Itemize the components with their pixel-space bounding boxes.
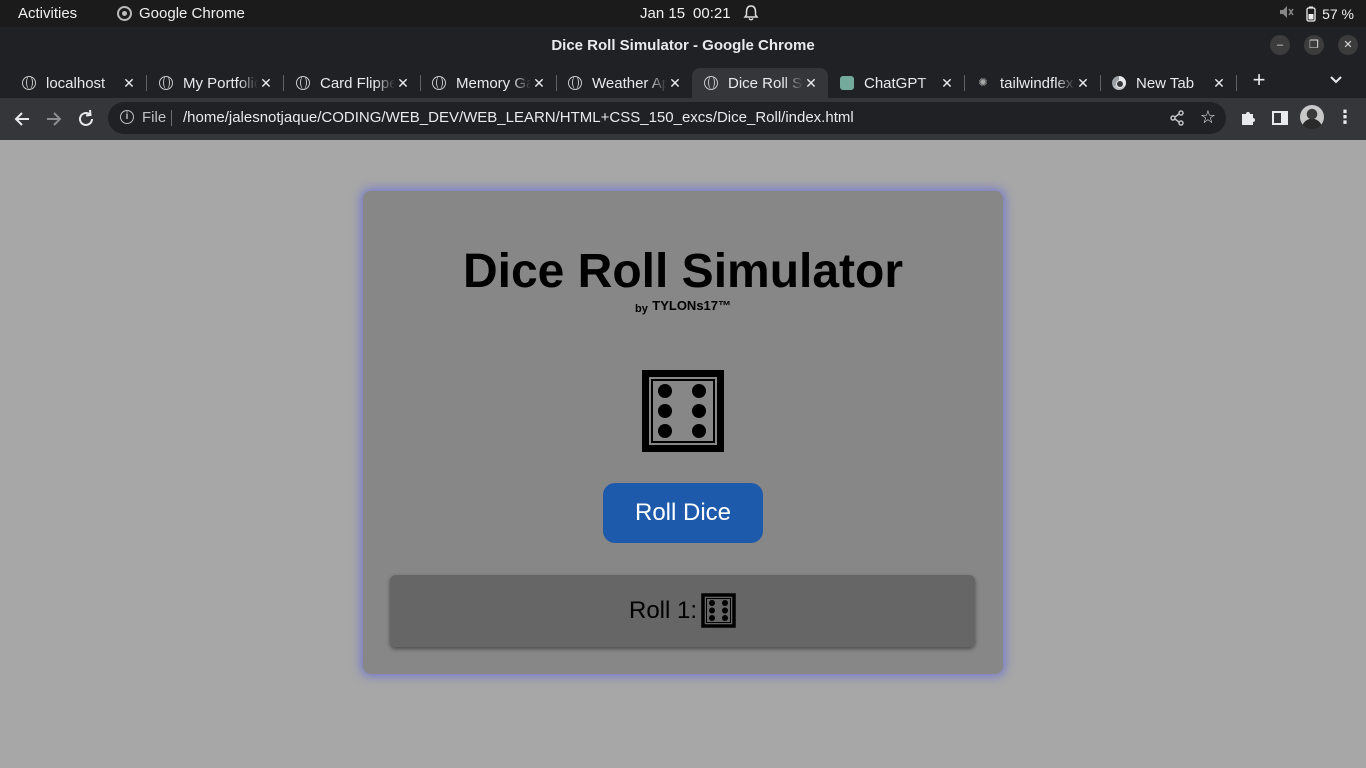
page-viewport: Dice Roll Simulator by TYLONs17™ Roll Di… — [0, 140, 1366, 768]
battery-indicator: 57 % — [1306, 6, 1354, 22]
app-name: Google Chrome — [139, 5, 245, 22]
history-item-label: Roll 1: — [628, 596, 698, 624]
close-tab-icon[interactable]: ✕ — [258, 75, 274, 92]
reload-icon — [79, 109, 93, 126]
minimize-button[interactable]: – — [1270, 35, 1290, 55]
share-icon[interactable] — [1168, 109, 1186, 127]
byline: by TYLONs17™ — [363, 298, 1003, 317]
tab-label: ChatGPT — [864, 74, 927, 92]
globe-icon — [704, 76, 718, 90]
chatgpt-icon — [840, 76, 854, 90]
tab-tailwindflex[interactable]: ✺ tailwindflex ✕ — [954, 68, 1101, 98]
dice-face-six-icon — [701, 593, 736, 628]
activities-button[interactable]: Activities — [18, 5, 77, 22]
address-bar[interactable]: i File /home/jalesnotjaque/CODING/WEB_DE… — [108, 102, 1226, 134]
info-icon[interactable]: i — [120, 110, 134, 124]
close-tab-icon[interactable]: ✕ — [395, 75, 411, 92]
arrow-right-icon — [47, 112, 62, 126]
tab-label: Weather App — [592, 74, 667, 92]
tab-dice-roll[interactable]: Dice Roll Simulator ✕ — [692, 68, 828, 98]
bookmark-star-icon[interactable]: ☆ — [1200, 107, 1216, 128]
tab-label: tailwindflex — [1000, 74, 1074, 92]
date: Jan 15 — [640, 5, 686, 22]
speaker-muted-icon — [1278, 4, 1294, 23]
byline-author: TYLONs17™ — [652, 298, 732, 313]
kebab-menu-icon[interactable]: ⋮ — [1336, 106, 1354, 130]
profile-avatar[interactable] — [1300, 105, 1324, 129]
app-menu[interactable]: Google Chrome — [117, 5, 245, 22]
tab-label: Card Flipper — [320, 74, 395, 92]
tab-label: New Tab — [1136, 74, 1195, 92]
side-panel-button[interactable] — [1270, 108, 1290, 128]
roll-dice-button[interactable]: Roll Dice — [603, 483, 763, 543]
globe-icon — [432, 76, 446, 90]
close-tab-icon[interactable]: ✕ — [1075, 75, 1091, 92]
arrow-left-icon — [14, 112, 29, 126]
tab-label: localhost — [46, 74, 106, 92]
url-text[interactable]: /home/jalesnotjaque/CODING/WEB_DEV/WEB_L… — [183, 109, 854, 126]
tab-weather-app[interactable]: Weather App ✕ — [546, 68, 692, 98]
roll-history-list: Roll 1: — [390, 575, 975, 647]
globe-icon — [296, 76, 310, 90]
globe-icon — [568, 76, 582, 90]
tab-strip: localhost ✕ My Portfolio ✕ Card Flipper … — [0, 64, 1366, 98]
globe-icon — [159, 76, 173, 90]
chrome-icon — [117, 6, 132, 21]
tab-label: Memory Game — [456, 74, 531, 92]
tab-localhost[interactable]: localhost ✕ — [0, 68, 147, 98]
history-item: Roll 1: — [390, 593, 975, 628]
battery-level: 57 % — [1322, 5, 1354, 22]
tailwind-icon: ✺ — [978, 77, 988, 89]
tab-memory-game[interactable]: Memory Game ✕ — [410, 68, 557, 98]
new-tab-button[interactable]: + — [1248, 69, 1270, 92]
window-title-bar: Dice Roll Simulator - Google Chrome – ❐ … — [0, 27, 1366, 64]
chrome-icon — [1112, 76, 1126, 90]
chevron-down-icon — [1330, 76, 1342, 84]
close-tab-icon[interactable]: ✕ — [803, 75, 819, 92]
tab-chatgpt[interactable]: ChatGPT ✕ — [818, 68, 965, 98]
dice-face-six-icon — [642, 370, 724, 452]
url-scheme-chip[interactable]: File — [142, 109, 166, 126]
close-tab-icon[interactable]: ✕ — [939, 75, 955, 92]
system-tray[interactable]: 57 % — [1278, 4, 1354, 23]
puzzle-icon — [1242, 112, 1255, 125]
clock[interactable]: Jan 15 00:21 — [640, 5, 731, 22]
tab-new-tab[interactable]: New Tab ✕ — [1090, 68, 1237, 98]
tab-card-flipper[interactable]: Card Flipper ✕ — [274, 68, 421, 98]
forward-button[interactable] — [43, 108, 65, 130]
tab-label: Dice Roll Simulator — [728, 74, 803, 92]
extensions-button[interactable] — [1238, 108, 1258, 128]
window-title: Dice Roll Simulator - Google Chrome — [551, 37, 815, 54]
system-top-bar: Activities Google Chrome Jan 15 00:21 57… — [0, 0, 1366, 27]
close-window-button[interactable]: ✕ — [1338, 35, 1358, 55]
tab-search-button[interactable] — [1326, 72, 1346, 90]
browser-toolbar: i File /home/jalesnotjaque/CODING/WEB_DE… — [0, 98, 1366, 140]
side-panel-icon — [1272, 111, 1288, 125]
globe-icon — [22, 76, 36, 90]
page-title: Dice Roll Simulator — [462, 245, 904, 298]
close-tab-icon[interactable]: ✕ — [667, 75, 683, 92]
back-button[interactable] — [11, 108, 33, 130]
alarm-icon — [743, 4, 759, 26]
byline-by: by — [634, 303, 648, 315]
reload-button[interactable] — [75, 108, 97, 130]
tab-portfolio[interactable]: My Portfolio ✕ — [137, 68, 284, 98]
close-tab-icon[interactable]: ✕ — [531, 75, 547, 92]
maximize-button[interactable]: ❐ — [1304, 35, 1324, 55]
time: 00:21 — [693, 5, 731, 22]
close-tab-icon[interactable]: ✕ — [1211, 75, 1227, 92]
dice-card: Dice Roll Simulator by TYLONs17™ Roll Di… — [363, 191, 1003, 674]
close-tab-icon[interactable]: ✕ — [121, 75, 137, 92]
tab-label: My Portfolio — [183, 74, 258, 92]
battery-icon — [1306, 6, 1316, 22]
